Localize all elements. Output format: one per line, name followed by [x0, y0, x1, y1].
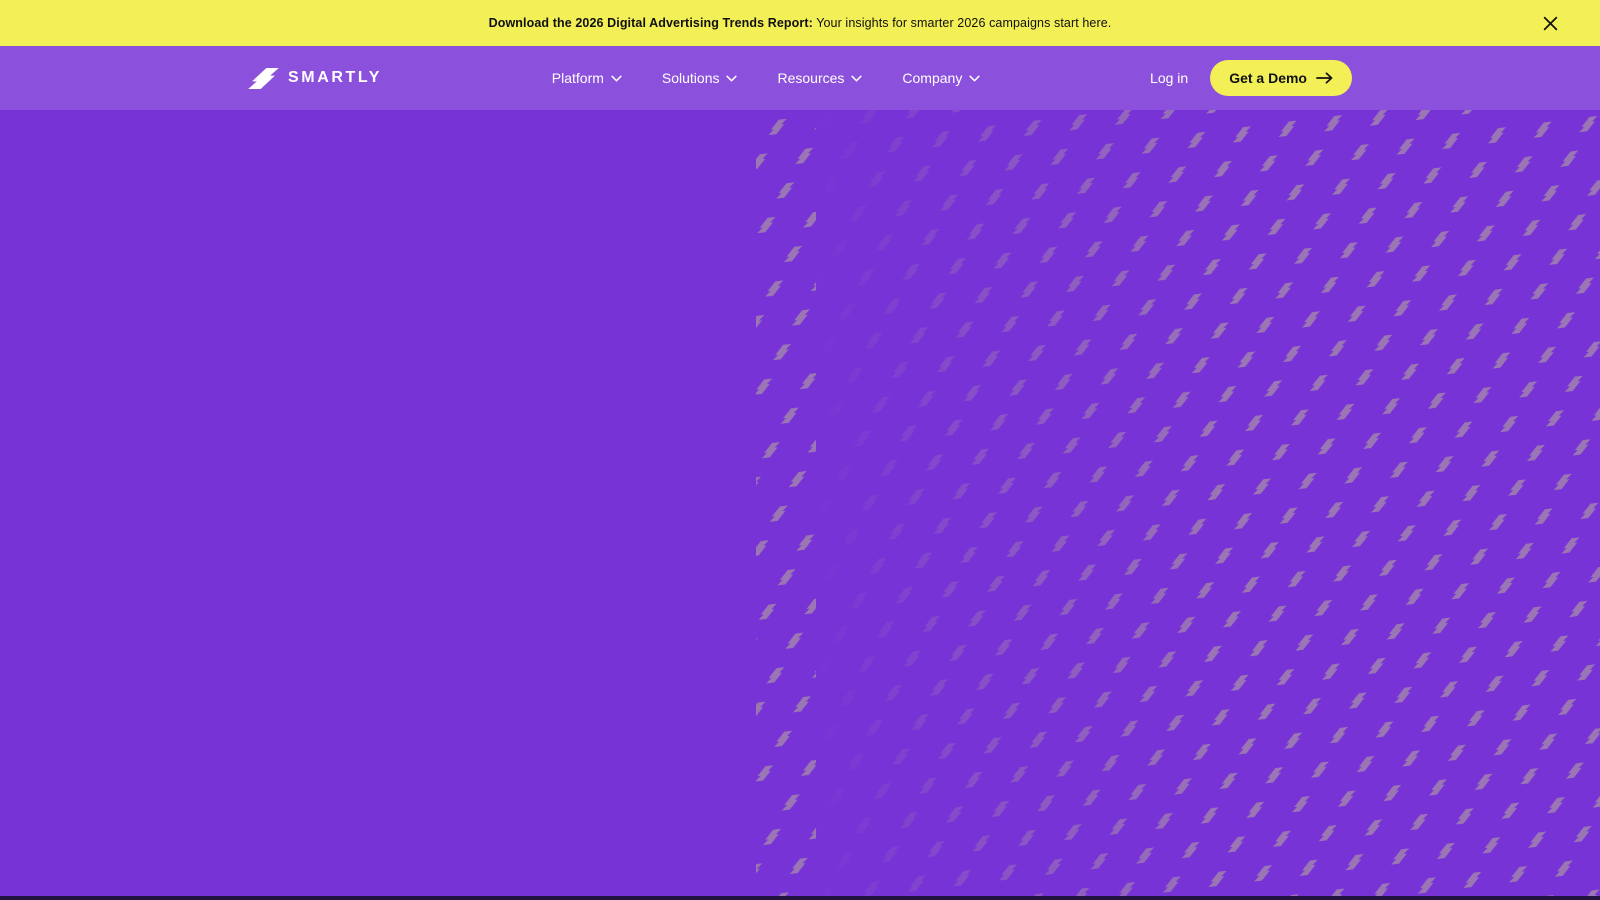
nav-item-resources[interactable]: Resources — [777, 70, 862, 86]
banner-text: Download the 2026 Digital Advertising Tr… — [489, 16, 1112, 30]
next-section-edge — [0, 896, 1600, 900]
banner-text-bold: Download the 2026 Digital Advertising Tr… — [489, 16, 813, 30]
nav-item-label: Resources — [777, 70, 844, 86]
nav-item-platform[interactable]: Platform — [552, 70, 622, 86]
banner-text-regular: Your insights for smarter 2026 campaigns… — [813, 16, 1112, 30]
hero-bolt-pattern — [816, 110, 1600, 896]
banner-close-button[interactable] — [1538, 11, 1562, 35]
logo-bolt-flag-icon — [248, 68, 279, 89]
nav-item-label: Solutions — [662, 70, 720, 86]
get-demo-label: Get a Demo — [1229, 70, 1307, 86]
pattern-fade-overlay — [816, 110, 1600, 896]
logo[interactable]: SMARTLY — [248, 68, 382, 89]
nav-bar: SMARTLY Platform Solutions Resources — [0, 46, 1600, 110]
announcement-banner: Download the 2026 Digital Advertising Tr… — [0, 0, 1600, 46]
get-demo-button[interactable]: Get a Demo — [1210, 60, 1352, 96]
logo-text: SMARTLY — [288, 69, 382, 87]
main-menu: Platform Solutions Resources — [382, 70, 1150, 86]
chevron-down-icon — [726, 75, 737, 82]
close-icon — [1543, 16, 1558, 31]
nav-item-solutions[interactable]: Solutions — [662, 70, 738, 86]
login-link[interactable]: Log in — [1150, 70, 1188, 86]
hero-section — [0, 110, 1600, 896]
page: Download the 2026 Digital Advertising Tr… — [0, 0, 1600, 900]
nav-inner: SMARTLY Platform Solutions Resources — [248, 60, 1352, 96]
chevron-down-icon — [611, 75, 622, 82]
nav-item-label: Platform — [552, 70, 604, 86]
nav-item-company[interactable]: Company — [902, 70, 980, 86]
chevron-down-icon — [851, 75, 862, 82]
chevron-down-icon — [969, 75, 980, 82]
nav-right-group: Log in Get a Demo — [1150, 60, 1352, 96]
arrow-right-icon — [1316, 72, 1333, 84]
nav-item-label: Company — [902, 70, 962, 86]
